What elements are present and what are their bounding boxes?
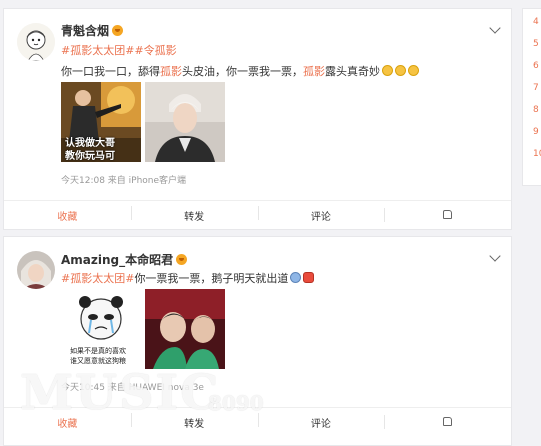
vip-badge-icon xyxy=(112,25,124,36)
repost-button[interactable]: 转发 xyxy=(130,205,258,223)
topic-tag[interactable]: #孤影太太团# xyxy=(61,272,134,285)
post-image[interactable] xyxy=(145,82,225,162)
like-button[interactable] xyxy=(384,414,511,429)
image-caption: 教你玩马可 xyxy=(65,151,115,162)
post-image[interactable] xyxy=(145,289,225,369)
post-image[interactable]: 如果不是真的喜欢 谁又愿意就这狗粮 xyxy=(61,289,141,369)
rank-number[interactable]: 6 xyxy=(533,61,539,71)
username[interactable]: Amazing_本命昭君 xyxy=(61,251,188,268)
comment-button[interactable]: 评论 xyxy=(257,205,385,223)
avatar[interactable] xyxy=(17,251,55,289)
emoji-icon xyxy=(303,272,315,283)
chevron-down-icon[interactable] xyxy=(489,250,501,262)
collect-button[interactable]: 收藏 xyxy=(4,208,131,223)
chevron-down-icon[interactable] xyxy=(489,22,501,34)
emoji-icon xyxy=(395,65,406,76)
rank-number[interactable]: 9 xyxy=(533,127,539,137)
thumbs-up-icon xyxy=(443,209,453,219)
thumbs-up-icon xyxy=(443,416,453,426)
hot-list-sidebar: 4 5 6 7 8 9 10 xyxy=(522,8,541,186)
rank-number[interactable]: 5 xyxy=(533,39,539,49)
rank-number[interactable]: 10 xyxy=(533,149,541,159)
emoji-icon xyxy=(290,272,302,283)
comment-button[interactable]: 评论 xyxy=(257,412,385,430)
post-text: #孤影太太团#你一票我一票，鹅子明天就出道 xyxy=(61,270,315,286)
action-bar: 收藏 转发 评论 xyxy=(4,200,511,229)
avatar[interactable] xyxy=(17,23,55,61)
emoji-icon xyxy=(382,65,393,76)
username[interactable]: 青魁含烟 xyxy=(61,22,124,39)
topic-tag[interactable]: #孤影太太团# xyxy=(61,44,134,57)
post-topic-line: #孤影太太团##令孤影 xyxy=(61,42,177,58)
watermark: MUSIC xyxy=(20,365,221,421)
image-caption: 如果不是真的喜欢 xyxy=(70,347,126,355)
post-meta: 今天12:08 来自 iPhone客户端 xyxy=(61,176,187,186)
like-button[interactable] xyxy=(384,207,511,222)
rank-number[interactable]: 8 xyxy=(533,105,539,115)
watermark-sub: 8090 xyxy=(208,391,264,415)
post-card-1: 青魁含烟 #孤影太太团##令孤影 你一口我一口，舔得孤影头皮油，你一票我一票，孤… xyxy=(3,8,512,230)
emoji-icon xyxy=(408,65,419,76)
rank-number[interactable]: 7 xyxy=(533,83,539,93)
post-text: 你一口我一口，舔得孤影头皮油，你一票我一票，孤影露头真奇妙 xyxy=(61,63,419,79)
vip-badge-icon xyxy=(176,254,188,265)
topic-tag[interactable]: #令孤影 xyxy=(134,44,176,57)
post-image[interactable]: 认我做大哥 教你玩马可 xyxy=(61,82,141,162)
rank-number[interactable]: 4 xyxy=(533,17,539,27)
